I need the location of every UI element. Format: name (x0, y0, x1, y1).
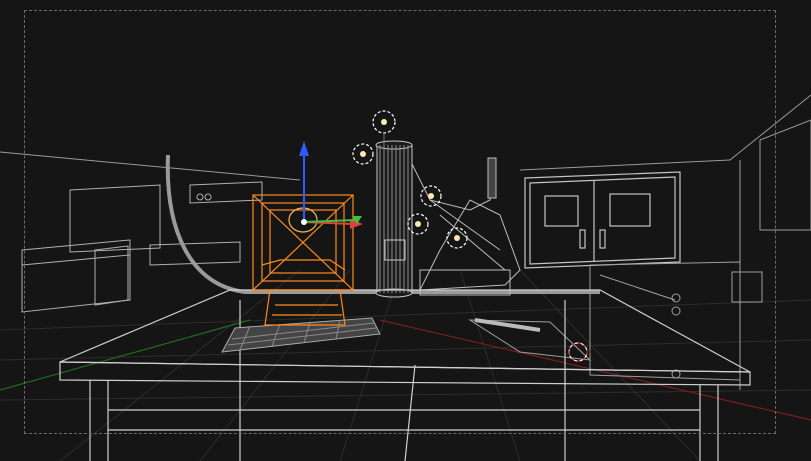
lab-cylinder[interactable] (375, 140, 413, 298)
point-light-5[interactable] (446, 227, 468, 249)
side-cabinet[interactable] (468, 261, 763, 381)
keyboard[interactable] (221, 317, 381, 353)
desk[interactable] (59, 289, 751, 461)
point-light-1[interactable] (372, 110, 396, 145)
double-door[interactable] (524, 171, 681, 269)
robot-arm[interactable] (409, 157, 521, 296)
gizmo-origin[interactable] (301, 219, 307, 225)
scene-wireframe[interactable] (0, 0, 811, 461)
floor-grid (0, 269, 811, 461)
gizmo-y-axis[interactable] (303, 219, 357, 223)
wall-cabinet[interactable] (21, 181, 263, 313)
point-light-2[interactable] (352, 143, 374, 165)
3d-viewport[interactable] (0, 0, 811, 461)
gizmo-z-arrow[interactable] (299, 141, 309, 156)
